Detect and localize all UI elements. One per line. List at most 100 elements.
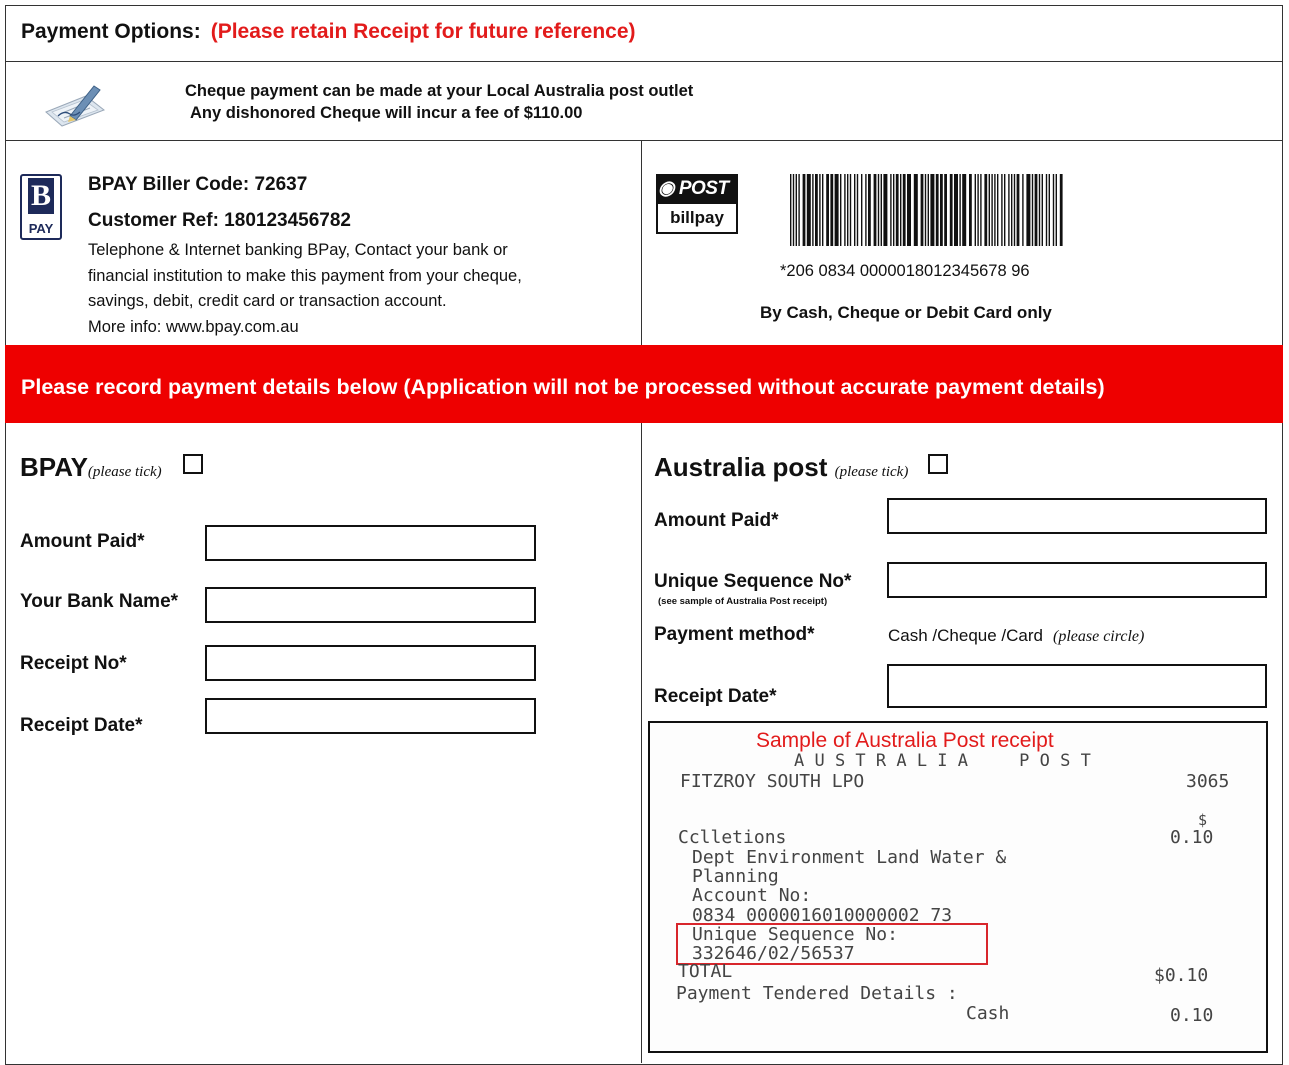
divider: [5, 140, 1283, 141]
divider: [641, 140, 642, 345]
receipt-tendered: Payment Tendered Details :: [676, 983, 958, 1004]
post-method-value: Cash /Cheque /Card: [888, 626, 1043, 645]
cheque-info: Cheque payment can be made at your Local…: [185, 80, 693, 124]
barcode-bar: [840, 174, 842, 246]
bpay-logo-letter: B: [28, 178, 54, 214]
barcode-bar: [927, 174, 929, 246]
post-method-hint: (please circle): [1052, 628, 1145, 645]
barcode-bar: [854, 174, 856, 246]
bpay-form-title: BPAY(please tick): [20, 452, 203, 483]
barcode-bar: [895, 174, 899, 246]
receipt-total-label: TOTAL: [678, 961, 733, 982]
bpay-desc-line: financial institution to make this payme…: [88, 266, 522, 285]
barcode-bar: [1052, 174, 1055, 246]
barcode-bar: [795, 174, 797, 246]
barcode-bar: [1008, 174, 1010, 246]
barcode-bar: [861, 174, 863, 246]
barcode-bar: [991, 174, 993, 246]
bpay-receipt-date-input[interactable]: [205, 698, 536, 734]
post-receipt-date-input[interactable]: [887, 664, 1267, 708]
barcode-bar: [962, 174, 967, 246]
bpay-desc-line: savings, debit, credit card or transacti…: [88, 292, 447, 310]
barcode-bar: [834, 174, 839, 246]
post-tick-checkbox[interactable]: [927, 454, 948, 474]
barcode-bar: [1016, 174, 1020, 246]
barcode-bar: [900, 174, 902, 246]
barcode-bar: [893, 174, 895, 246]
barcode-bar: [984, 174, 988, 246]
receipt-brand: A U S T R A L I A P O S T: [794, 751, 1091, 771]
post-method-options: Cash /Cheque /Card (please circle): [888, 626, 1144, 646]
cheque-line-1: Cheque payment can be made at your Local…: [185, 82, 694, 100]
payment-options-title: Payment Options:: [21, 20, 201, 43]
barcode-bar: [977, 174, 979, 246]
post-useq-input[interactable]: [887, 562, 1267, 598]
bpay-desc-line: Telephone & Internet banking BPay, Conta…: [88, 241, 508, 259]
bpay-description: Telephone & Internet banking BPay, Conta…: [88, 238, 628, 340]
retain-receipt-note: (Please retain Receipt for future refere…: [210, 20, 636, 43]
banner-text: Please record payment details below (App…: [21, 375, 1105, 399]
bpay-tick-checkbox[interactable]: [182, 454, 203, 474]
receipt-account-label: Account No:: [692, 885, 812, 906]
barcode-bar: [1004, 174, 1006, 246]
barcode-bar: [1031, 174, 1034, 246]
barcode-bar: [798, 174, 800, 246]
sample-receipt: Sample of Australia Post receipt A U S T…: [648, 721, 1268, 1053]
page-title: Payment Options: (Please retain Receipt f…: [21, 20, 636, 44]
cheque-pen-icon: [44, 82, 106, 128]
bpay-logo-text: PAY: [28, 221, 54, 236]
bpay-bank-input[interactable]: [205, 587, 536, 623]
bpay-amount-label: Amount Paid*: [20, 531, 145, 552]
cheque-line-2: Any dishonored Cheque will incur a fee o…: [190, 104, 583, 122]
barcode-bar: [822, 174, 824, 246]
barcode-bar: [1038, 174, 1041, 246]
barcode-bar: [826, 174, 829, 246]
post-logo-top: ◉ POST: [656, 174, 738, 204]
barcode-bar: [847, 174, 849, 246]
barcode-bar: [940, 174, 943, 246]
barcode-bar: [949, 174, 953, 246]
barcode-bar: [994, 174, 996, 246]
bpay-customer-ref: Customer Ref: 180123456782: [88, 210, 351, 231]
post-amount-input[interactable]: [887, 498, 1267, 534]
barcode-bar: [844, 174, 846, 246]
barcode-bar: [988, 174, 990, 246]
barcode-bar: [890, 174, 892, 246]
bpay-amount-input[interactable]: [205, 525, 536, 561]
receipt-cash-value: 0.10: [1170, 1005, 1214, 1026]
post-amount-label: Amount Paid*: [654, 510, 779, 531]
bpay-desc-line: More info: www.bpay.com.au: [88, 317, 299, 336]
bpay-form-heading: BPAY: [20, 452, 88, 482]
barcode-bar: [856, 174, 859, 246]
post-logo-bottom: billpay: [656, 204, 738, 234]
post-payment-note: By Cash, Cheque or Debit Card only: [760, 303, 1052, 322]
barcode-bar: [1001, 174, 1003, 246]
barcode-bar: [924, 174, 927, 246]
post-billpay-logo: ◉ POST billpay: [656, 174, 738, 236]
barcode-bar: [792, 174, 795, 246]
barcode-bar: [1055, 174, 1057, 246]
barcode-bar: [873, 174, 877, 246]
useq-highlight-box: [676, 923, 988, 965]
barcode: [790, 174, 1063, 246]
barcode-bar: [883, 174, 888, 246]
barcode-bar: [907, 174, 911, 246]
barcode-bar: [902, 174, 906, 246]
post-receipt-date-label: Receipt Date*: [654, 686, 777, 707]
divider: [641, 423, 642, 1063]
bpay-receipt-no-input[interactable]: [205, 645, 536, 681]
barcode-bar: [969, 174, 972, 246]
post-form-title: Australia post (please tick): [654, 452, 948, 483]
record-details-banner: Please record payment details below (App…: [5, 345, 1283, 423]
receipt-dept-line-1: Dept Environment Land Water &: [692, 847, 1007, 868]
barcode-bar: [812, 174, 814, 246]
post-method-label: Payment method*: [654, 624, 815, 645]
receipt-office: FITZROY SOUTH LPO: [680, 771, 865, 792]
barcode-bar: [913, 174, 918, 246]
barcode-bar: [815, 174, 818, 246]
barcode-bar: [930, 174, 935, 246]
barcode-bar: [849, 174, 852, 246]
barcode-bar: [877, 174, 880, 246]
post-useq-label: Unique Sequence No*: [654, 571, 852, 592]
barcode-bar: [954, 174, 958, 246]
